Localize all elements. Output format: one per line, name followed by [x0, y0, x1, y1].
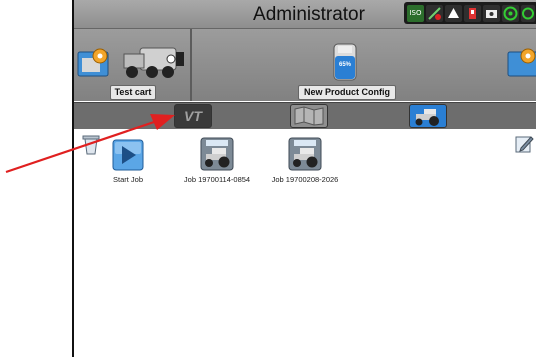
iso-label: ISO [409, 9, 422, 17]
trash-icon[interactable] [82, 134, 100, 156]
alert-icon[interactable] [445, 5, 462, 22]
edit-glyph [515, 136, 534, 153]
product-settings-icon[interactable] [506, 46, 536, 80]
config-divider [190, 29, 192, 101]
start-job-label: Start Job [112, 175, 143, 184]
iso-icon[interactable]: ISO [407, 5, 424, 22]
tractor-job-icon [288, 137, 322, 171]
edit-icon[interactable] [514, 134, 534, 154]
cart-icon[interactable] [112, 42, 186, 82]
svg-text:VT: VT [184, 108, 203, 124]
gps-icon[interactable] [502, 5, 519, 22]
guidance-glyph [428, 7, 441, 20]
start-job-button[interactable] [112, 139, 144, 171]
camera-icon[interactable] [483, 5, 500, 22]
camera-glyph [486, 10, 497, 18]
warning-icon[interactable] [464, 5, 481, 22]
tank-level-text: 65% [338, 62, 351, 68]
trash-glyph [82, 135, 100, 155]
title-bar: Administrator ISO [74, 0, 536, 29]
job-label: Job 19700114-0854 [183, 175, 251, 184]
system-settings-glyph [77, 48, 109, 77]
tractor-job-icon [200, 137, 234, 171]
cart-label[interactable]: Test cart [110, 85, 156, 100]
tractor-icon [415, 109, 439, 126]
system-settings-icon[interactable] [76, 46, 112, 80]
status-icon-tray: ISO [404, 2, 536, 24]
map-icon [294, 106, 324, 126]
warning-glyph [469, 8, 476, 19]
product-settings-glyph [507, 48, 536, 77]
product-tank-icon[interactable]: 65% [332, 42, 358, 82]
tractor-tab[interactable] [409, 104, 447, 128]
play-icon [112, 139, 144, 171]
network-glyph [522, 7, 534, 20]
terminal-screen: Administrator ISO Test cart 65% New Prod… [72, 0, 536, 357]
job-button[interactable] [288, 137, 322, 171]
job-button[interactable] [200, 137, 234, 171]
vt-icon: VT [184, 108, 203, 124]
product-config-label[interactable]: New Product Config [298, 85, 396, 100]
alert-glyph [448, 8, 459, 18]
map-tab[interactable] [290, 104, 328, 128]
vt-tab[interactable]: VT [174, 104, 212, 128]
guidance-icon[interactable] [426, 5, 443, 22]
page-title: Administrator [253, 4, 365, 25]
job-label: Job 19700208-2026 [271, 175, 339, 184]
gps-glyph [503, 6, 518, 21]
network-icon[interactable] [521, 5, 535, 22]
cart-glyph [123, 47, 184, 78]
